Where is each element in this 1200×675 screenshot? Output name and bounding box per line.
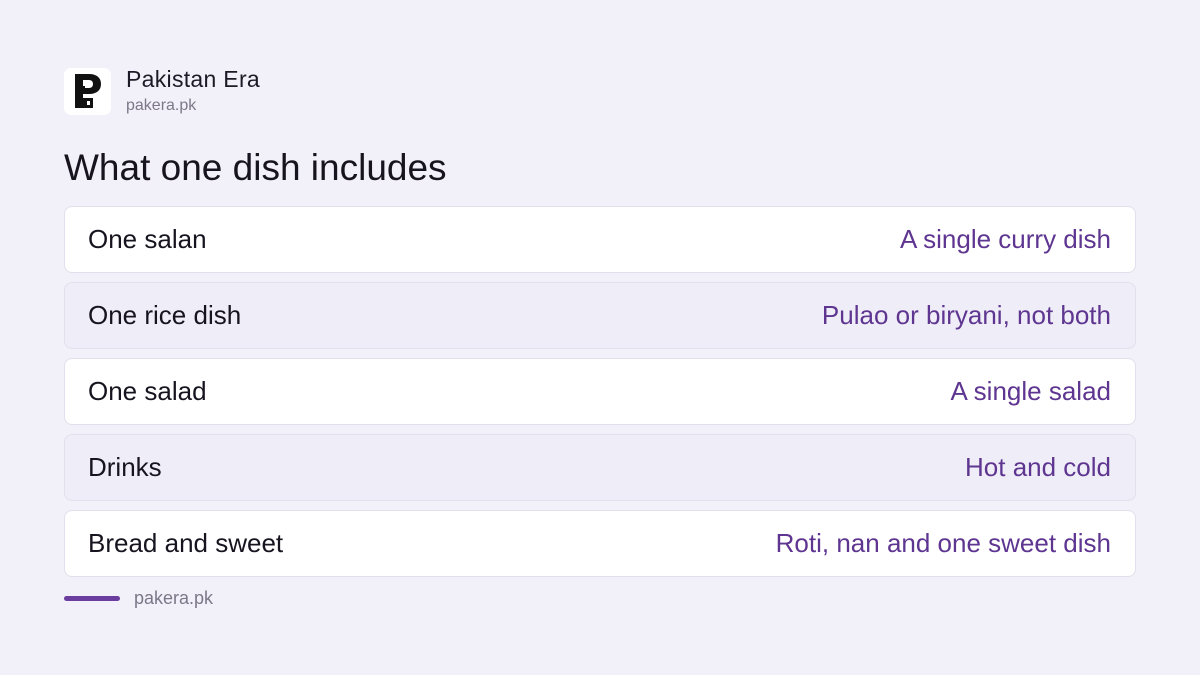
brand-text: Pakistan Era pakera.pk	[126, 66, 260, 116]
item-label: Bread and sweet	[88, 528, 284, 558]
item-value: Roti, nan and one sweet dish	[775, 528, 1111, 558]
item-value: Hot and cold	[965, 452, 1111, 482]
list-item: One salad A single salad	[64, 358, 1136, 425]
dish-items-list: One salan A single curry dish One rice d…	[64, 206, 1136, 586]
page-title: What one dish includes	[64, 147, 447, 188]
brand-name: Pakistan Era	[126, 66, 260, 92]
item-value: Pulao or biryani, not both	[821, 300, 1111, 330]
list-item: One rice dish Pulao or biryani, not both	[64, 282, 1136, 349]
list-item: Drinks Hot and cold	[64, 434, 1136, 501]
item-value: A single salad	[950, 376, 1111, 406]
pakistan-era-logo-icon	[64, 67, 111, 115]
item-label: Drinks	[88, 452, 162, 482]
brand-domain: pakera.pk	[126, 97, 197, 114]
list-item: Bread and sweet Roti, nan and one sweet …	[64, 510, 1136, 577]
footer: pakera.pk	[64, 588, 213, 609]
brand-header: Pakistan Era pakera.pk	[64, 66, 260, 116]
item-label: One salad	[88, 376, 207, 406]
item-label: One rice dish	[88, 300, 242, 330]
footer-accent-bar	[64, 596, 120, 601]
item-value: A single curry dish	[900, 224, 1111, 254]
footer-domain: pakera.pk	[134, 588, 214, 608]
item-label: One salan	[88, 224, 207, 254]
list-item: One salan A single curry dish	[64, 206, 1136, 273]
